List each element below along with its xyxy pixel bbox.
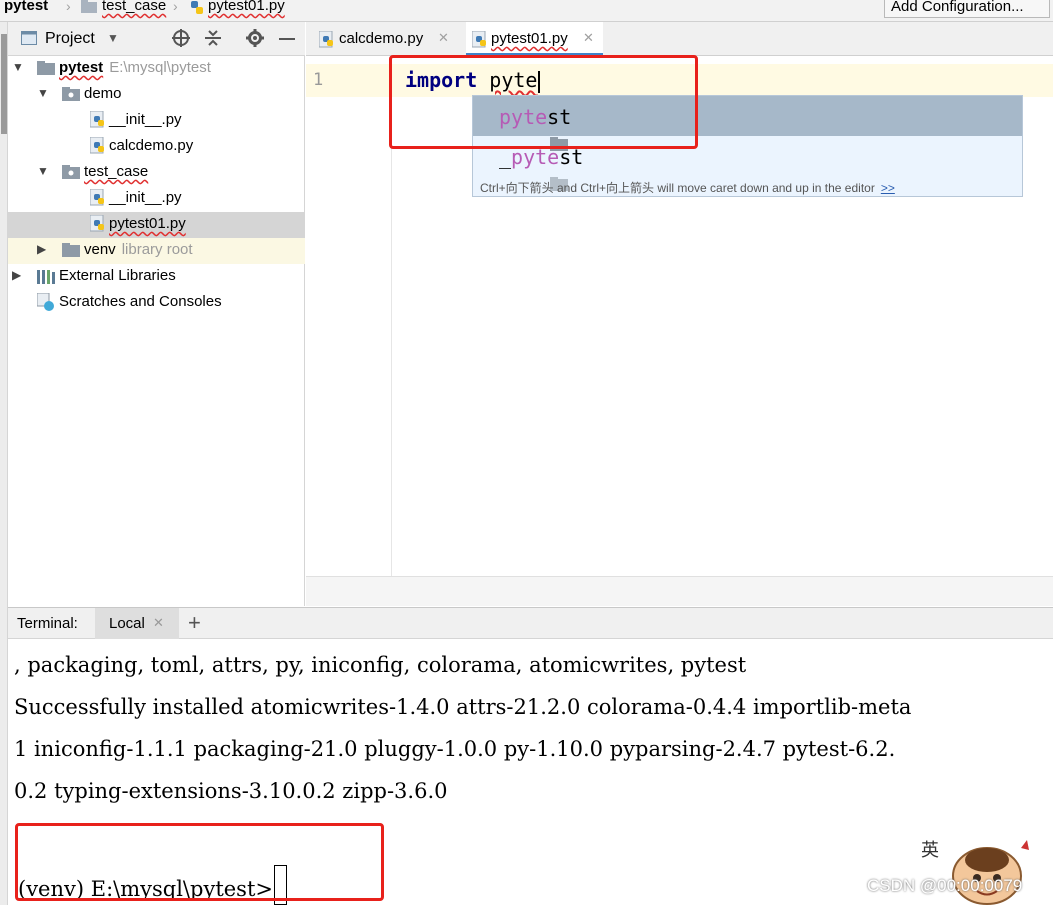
svg-text:英: 英 [921, 840, 939, 861]
tool-window-stripe [0, 22, 8, 905]
terminal-line: 1 iniconfig-1.1.1 packaging-21.0 pluggy-… [14, 737, 896, 761]
project-panel-header: Project ▼ [8, 22, 305, 56]
tree-item-scratches[interactable]: Scratches and Consoles [8, 290, 305, 316]
tree-item-label: __init__.py [109, 189, 182, 206]
tree-item-pytest[interactable]: ▼ pytest E:\mysql\pytest [8, 56, 305, 82]
editor-gutter [306, 56, 392, 576]
project-tree: ▼ pytest E:\mysql\pytest ▼ demo __init__.… [8, 56, 305, 606]
tree-item-label: pytest [59, 59, 104, 76]
tree-item-label: demo [84, 85, 122, 102]
python-file-icon [89, 214, 106, 232]
close-icon[interactable]: ✕ [583, 30, 594, 46]
tree-item-init-test-case[interactable]: __init__.py [8, 186, 305, 212]
annotation-box [389, 55, 698, 149]
python-file-icon [189, 0, 205, 14]
tree-item-label: Scratches and Consoles [59, 293, 222, 310]
python-file-icon [89, 110, 106, 128]
package-folder-icon [62, 165, 80, 179]
project-stripe-button[interactable] [1, 34, 7, 134]
tree-item-label: venv [84, 241, 116, 258]
tree-item-label: __init__.py [109, 111, 182, 128]
python-file-icon [318, 30, 335, 48]
close-icon[interactable]: ✕ [153, 615, 164, 631]
tree-item-external-libraries[interactable]: ▶ External Libraries [8, 264, 305, 290]
tab-pytest01[interactable]: pytest01.py ✕ [466, 22, 603, 56]
chevron-down-icon[interactable]: ▼ [37, 164, 49, 178]
package-icon [478, 148, 569, 191]
navigation-bar: pytest › test_case › pytest01.py Add Con… [0, 0, 1053, 22]
tree-item-demo[interactable]: ▼ demo [8, 82, 305, 108]
package-folder-icon [62, 87, 80, 101]
completion-hint: Ctrl+向下箭头 and Ctrl+向上箭头 will move caret … [480, 179, 895, 196]
watermark: CSDN @00:00:0079 [867, 876, 1023, 895]
chevron-down-icon[interactable]: ▼ [107, 31, 119, 45]
completion-hint-link[interactable]: >> [881, 181, 895, 195]
chevron-right-icon[interactable]: ▶ [37, 242, 46, 256]
library-icon [37, 269, 55, 284]
tree-item-venv[interactable]: ▶ venv library root [8, 238, 305, 264]
tab-local[interactable]: Local ✕ [95, 608, 179, 639]
breadcrumb-separator: › [66, 0, 71, 14]
chevron-down-icon[interactable]: ▼ [37, 86, 49, 100]
add-terminal-button[interactable]: + [188, 610, 201, 636]
add-configuration-button[interactable]: Add Configuration... [884, 0, 1050, 18]
collapse-all-icon[interactable] [204, 29, 222, 52]
chevron-right-icon[interactable]: ▶ [12, 268, 21, 282]
python-file-icon [89, 136, 106, 154]
python-file-icon [471, 30, 488, 48]
tree-item-init-demo[interactable]: __init__.py [8, 108, 305, 134]
folder-icon [62, 243, 80, 257]
editor-tab-bar: calcdemo.py ✕ pytest01.py ✕ [306, 22, 1053, 56]
tab-calcdemo[interactable]: calcdemo.py ✕ [306, 22, 458, 56]
tree-item-label: External Libraries [59, 267, 176, 284]
folder-icon [81, 0, 97, 14]
tree-item-calcdemo[interactable]: calcdemo.py [8, 134, 305, 160]
terminal-line: Successfully installed atomicwrites-1.4.… [14, 695, 912, 719]
tab-label: Local [109, 615, 145, 632]
gear-icon[interactable] [246, 29, 264, 52]
tree-item-label: test_case [84, 163, 149, 180]
chevron-down-icon[interactable]: ▼ [12, 60, 24, 74]
project-panel-title[interactable]: Project [45, 30, 95, 48]
tree-item-label: calcdemo.py [109, 137, 194, 154]
project-view-icon [21, 31, 37, 50]
python-file-icon [89, 188, 106, 206]
tab-label: pytest01.py [491, 30, 568, 47]
scratches-icon [36, 292, 54, 311]
locate-icon[interactable] [171, 28, 191, 53]
line-number: 1 [313, 70, 324, 90]
folder-icon [37, 61, 55, 75]
breadcrumb-folder[interactable]: test_case [102, 0, 166, 14]
breadcrumb-file[interactable]: pytest01.py [208, 0, 285, 14]
breadcrumb-project[interactable]: pytest [4, 0, 48, 14]
tree-item-label: pytest01.py [109, 215, 186, 232]
completion-hint-text: Ctrl+向下箭头 and Ctrl+向上箭头 will move caret … [480, 181, 875, 195]
library-root-hint: library root [121, 241, 193, 258]
tree-item-pytest01[interactable]: pytest01.py [8, 212, 305, 238]
tree-item-path: E:\mysql\pytest [109, 59, 211, 76]
terminal-line: , packaging, toml, attrs, py, iniconfig,… [14, 653, 747, 677]
close-icon[interactable]: ✕ [438, 30, 449, 46]
editor-bottom-area [306, 576, 1053, 606]
annotation-box [15, 823, 384, 901]
terminal-line: 0.2 typing-extensions-3.10.0.2 zipp-3.6.… [14, 779, 448, 803]
terminal-header: Terminal: Local ✕ + [8, 607, 1053, 639]
minimize-icon[interactable] [279, 38, 295, 40]
tree-item-test-case[interactable]: ▼ test_case [8, 160, 305, 186]
breadcrumb-separator: › [173, 0, 178, 14]
terminal-title: Terminal: [17, 615, 78, 632]
tab-label: calcdemo.py [339, 30, 424, 47]
